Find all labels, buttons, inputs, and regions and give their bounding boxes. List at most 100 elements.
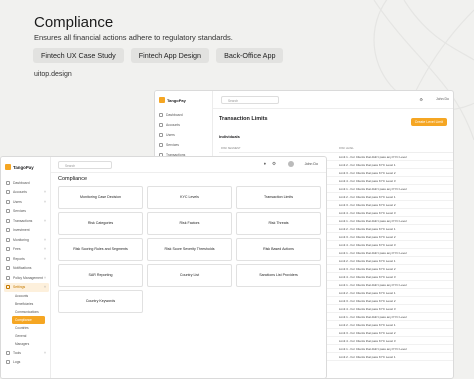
tab-individuals[interactable]: Individuals <box>219 134 240 139</box>
cell-risk-level: Limit 2 - For Clients that pass KYC Leve… <box>339 226 396 231</box>
card-risk-based-actions[interactable]: Risk Based Actions <box>236 238 321 261</box>
logo-text: TangoPay <box>167 97 186 103</box>
sidebar-item-fees[interactable]: Fees ˅ <box>4 245 49 255</box>
card-risk-threats[interactable]: Risk Threats <box>236 212 321 235</box>
investment-icon <box>6 228 10 233</box>
settings-subitem-communications[interactable]: Communications <box>4 308 49 316</box>
bell-icon[interactable]: ♦ <box>264 161 266 166</box>
settings-subitem-accounts[interactable]: Accounts <box>4 292 49 300</box>
dashboard-icon <box>6 180 10 185</box>
settings-subitem-general[interactable]: General <box>4 332 49 340</box>
front-topbar: Search ♦ ⚙ John Do <box>51 157 326 173</box>
nav-label: Accounts <box>166 123 180 127</box>
create-level-limit-button[interactable]: Create Level Limit <box>410 118 447 126</box>
cell-risk-level: Limit 3 - For Clients that pass KYC Leve… <box>339 330 396 335</box>
card-risk-factors[interactable]: Risk Factors <box>147 212 232 235</box>
settings-subitem-countries[interactable]: Countries <box>4 324 49 332</box>
sidebar-item-settings[interactable]: Settings ˄ <box>4 282 49 292</box>
back-nav-item-dashboard[interactable]: Dashboard <box>159 110 185 120</box>
cell-risk-level: Limit 4 - For Clients that pass KYC Leve… <box>339 178 396 183</box>
tag-ux-case-study: Fintech UX Case Study <box>33 48 124 63</box>
settings-subitem-managers[interactable]: Managers <box>4 340 49 348</box>
sidebar-item-label: Investment <box>13 228 30 233</box>
card-kyc-levels[interactable]: KYC Levels <box>147 186 232 209</box>
card-risk-score-severity-thresholds[interactable]: Risk Score Severity Thresholds <box>147 238 232 261</box>
sidebar-item-label: Fees <box>13 247 21 252</box>
cell-risk-level: Limit 4 - For Clients that pass KYC Leve… <box>339 210 396 215</box>
cell-risk-level: Limit 2 - For Clients that pass KYC Leve… <box>339 194 396 199</box>
card-sar-reporting[interactable]: SAR Reporting <box>58 264 143 287</box>
front-search-input[interactable]: Search <box>58 161 112 169</box>
sidebar-item-label: Notifications <box>13 266 32 271</box>
card-sanctions-list-providers[interactable]: Sanctions List Providers <box>236 264 321 287</box>
sidebar-item-monitoring[interactable]: Monitoring ˅ <box>4 235 49 245</box>
sidebar-item-label: Reports <box>13 256 25 261</box>
sidebar-item-investment[interactable]: Investment <box>4 226 49 236</box>
sidebar-item-dashboard[interactable]: Dashboard <box>4 178 49 188</box>
users-icon <box>159 133 163 137</box>
settings-subitem-compliance[interactable]: Compliance <box>12 316 45 324</box>
chevron-up-icon: ˄ <box>44 285 46 290</box>
cell-risk-level: Limit 4 - For Clients that pass KYC Leve… <box>339 338 396 343</box>
policy-management-icon <box>6 275 10 280</box>
card-monitoring-case-decision[interactable]: Monitoring Case Decision <box>58 186 143 209</box>
back-nav: Dashboard Accounts Users Services Transactio… <box>159 110 185 160</box>
sidebar-item-tools[interactable]: Tools ˅ <box>4 348 49 358</box>
monitoring-icon <box>6 237 10 242</box>
sidebar-item-label: Logs <box>13 360 21 365</box>
tag-app-design: Fintech App Design <box>130 48 210 63</box>
cell-risk-level: Limit 3 - For Clients that pass KYC Leve… <box>339 234 396 239</box>
card-risk-categories[interactable]: Risk Categories <box>58 212 143 235</box>
cell-risk-level: Limit 1 - For Clients that didn't pass a… <box>339 282 407 287</box>
chevron-down-icon: ˅ <box>44 199 46 204</box>
back-nav-item-users[interactable]: Users <box>159 130 185 140</box>
sidebar-item-transactions[interactable]: Transactions ˅ <box>4 216 49 226</box>
back-user-name[interactable]: John Do <box>436 97 449 101</box>
front-logo: TangoPay <box>5 164 34 170</box>
sidebar-item-label: Services <box>13 209 27 214</box>
col-risk-level: RISK LEVEL <box>339 147 354 150</box>
sidebar-item-label: Transactions <box>13 218 33 223</box>
tag-back-office: Back-Office App <box>216 48 284 63</box>
hero-title: Compliance <box>34 14 114 31</box>
notifications-icon <box>6 266 10 271</box>
back-search-input[interactable]: Search <box>221 96 279 104</box>
brand-link[interactable]: uitop.design <box>34 71 72 78</box>
cell-risk-level: Limit 1 - For Clients that didn't pass a… <box>339 186 407 191</box>
card-country-keywords[interactable]: Country Keywords <box>58 290 143 313</box>
settings-subitem-beneficiaries[interactable]: Beneficiaries <box>4 300 49 308</box>
back-page-title: Transaction Limits <box>219 116 268 122</box>
reports-icon <box>6 256 10 261</box>
sidebar-item-notifications[interactable]: Notifications <box>4 264 49 274</box>
accounts-icon <box>6 190 10 195</box>
cell-risk-level: Limit 1 - For Clients that didn't pass a… <box>339 314 407 319</box>
back-nav-item-accounts[interactable]: Accounts <box>159 120 185 130</box>
front-nav: Dashboard Accounts ˅ Users ˅ Services Transact… <box>4 178 49 367</box>
tag-list: Fintech UX Case Study Fintech App Design… <box>33 48 284 63</box>
sidebar-item-accounts[interactable]: Accounts ˅ <box>4 188 49 198</box>
logo-text: TangoPay <box>13 164 34 170</box>
sidebar-item-label: Monitoring <box>13 237 29 242</box>
sidebar-item-policy-management[interactable]: Policy Management ˅ <box>4 273 49 283</box>
sidebar-item-logs[interactable]: Logs <box>4 358 49 368</box>
sidebar-item-users[interactable]: Users ˅ <box>4 197 49 207</box>
cell-risk-level: Limit 1 - For Clients that didn't pass a… <box>339 218 407 223</box>
cell-risk-level: Limit 4 - For Clients that pass KYC Leve… <box>339 306 396 311</box>
back-nav-item-services[interactable]: Services <box>159 140 185 150</box>
dashboard-icon <box>159 113 163 117</box>
cell-risk-level: Limit 2 - For Clients that pass KYC Leve… <box>339 162 396 167</box>
card-risk-scoring-rules-and-segments[interactable]: Risk Scoring Rules and Segments <box>58 238 143 261</box>
cell-risk-level: Limit 2 - For Clients that pass KYC Leve… <box>339 258 396 263</box>
card-country-list[interactable]: Country List <box>147 264 232 287</box>
gear-icon[interactable]: ⚙ <box>272 161 276 167</box>
cell-risk-level: Limit 1 - For Clients that didn't pass a… <box>339 250 407 255</box>
chevron-down-icon: ˅ <box>44 190 46 195</box>
avatar[interactable] <box>288 161 294 167</box>
front-window-compliance: TangoPay Dashboard Accounts ˅ Users ˅ Service… <box>0 156 327 379</box>
cell-risk-level: Limit 1 - For Clients that didn't pass a… <box>339 346 407 351</box>
card-transaction-limits[interactable]: Transaction Limits <box>236 186 321 209</box>
sidebar-item-services[interactable]: Services <box>4 207 49 217</box>
bell-icon[interactable]: ⚙ <box>419 97 423 102</box>
sidebar-item-reports[interactable]: Reports ˅ <box>4 254 49 264</box>
front-user-name[interactable]: John Do <box>305 162 318 166</box>
